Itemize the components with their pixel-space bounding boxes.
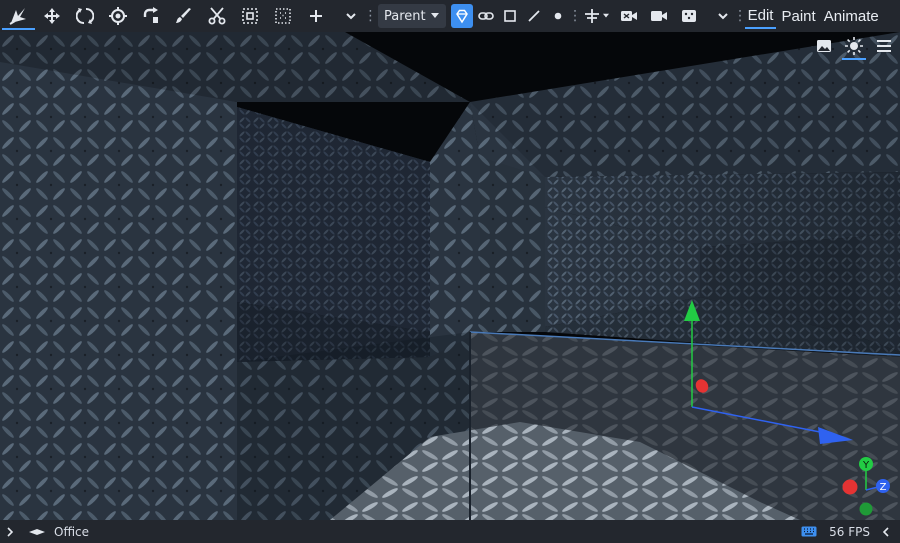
- camera-bookmark-button[interactable]: [614, 2, 644, 30]
- dotted-grid-icon: [274, 8, 291, 24]
- parent-space-label: Parent: [384, 8, 426, 24]
- camera-x-icon: [620, 11, 637, 21]
- vertex-mode-button[interactable]: [547, 4, 569, 28]
- target-icon: [108, 7, 127, 25]
- parent-space-dropdown[interactable]: Parent: [378, 4, 446, 28]
- fps-counter: 56 FPS: [829, 524, 870, 539]
- edge-mode-button[interactable]: [523, 4, 545, 28]
- bend-arrow-icon: [143, 7, 158, 23]
- parent-space-group: Parent: [375, 2, 449, 30]
- rotate-tool-button[interactable]: [68, 2, 101, 30]
- caret-down-icon: [430, 13, 439, 18]
- paint-mode-tab[interactable]: Paint: [778, 3, 818, 29]
- link-mode-button[interactable]: [475, 4, 497, 28]
- gem-icon: [455, 9, 468, 24]
- object-mode-button[interactable]: [450, 4, 473, 28]
- edge-line-icon: [527, 10, 540, 22]
- toolbar-separator: ⋮: [568, 8, 583, 24]
- paint-tool-button[interactable]: [167, 2, 200, 30]
- image-icon: [817, 40, 831, 52]
- marquee-select-tool-button[interactable]: [233, 2, 266, 30]
- more-view-dropdown[interactable]: [710, 2, 736, 30]
- snap-icon: [584, 9, 599, 23]
- brush-icon: [175, 8, 191, 23]
- gizmo-x-handle[interactable]: [842, 479, 858, 495]
- sun-icon: [845, 37, 863, 55]
- dice-icon: [681, 10, 696, 22]
- transform-tool-button[interactable]: [134, 2, 167, 30]
- viewport-menu-button[interactable]: [872, 34, 896, 58]
- toolbar-separator: ⋮: [363, 8, 378, 24]
- scene-render: [0, 32, 900, 520]
- gizmo-neg-y-handle[interactable]: [859, 502, 873, 516]
- top-toolbar: ⋮ Parent ⋮ ⋮ Edit Paint Animate: [0, 0, 900, 32]
- plus-icon: [309, 10, 322, 22]
- move-tool-button[interactable]: [35, 2, 68, 30]
- link-icon: [477, 12, 494, 20]
- vertex-dot-icon: [554, 12, 561, 20]
- keyboard-button[interactable]: [801, 526, 817, 537]
- caret-down-icon: [602, 13, 609, 18]
- move-arrows-icon: [43, 8, 60, 24]
- selection-mode-group: [449, 2, 571, 30]
- scale-tool-button[interactable]: [101, 2, 134, 30]
- viewport-image-button[interactable]: [812, 34, 836, 58]
- scissors-icon: [208, 7, 225, 25]
- face-mode-button[interactable]: [499, 4, 521, 28]
- keyboard-icon: [801, 526, 817, 537]
- select-cursor-icon: [8, 8, 26, 25]
- cut-tool-button[interactable]: [200, 2, 233, 30]
- scene-layers-icon: [29, 528, 45, 535]
- gizmo-z-label: Z: [880, 482, 887, 493]
- orientation-gizmo[interactable]: Z Y: [836, 452, 896, 520]
- snapping-dropdown[interactable]: [580, 2, 614, 30]
- scene-name: Office: [54, 524, 90, 539]
- chevron-down-icon: [717, 13, 728, 20]
- video-camera-icon: [650, 11, 667, 21]
- gizmo-y-label: Y: [862, 460, 870, 471]
- collapse-panel-button[interactable]: [882, 526, 894, 537]
- status-bar: Office 56 FPS: [0, 520, 900, 543]
- square-icon: [503, 10, 516, 22]
- hamburger-menu-icon: [877, 40, 891, 52]
- dotted-select-tool-button[interactable]: [266, 2, 299, 30]
- select-tool-button[interactable]: [2, 2, 35, 30]
- rotate-icon: [75, 8, 94, 24]
- viewport-overlay-tools: [812, 34, 896, 60]
- render-settings-button[interactable]: [674, 2, 704, 30]
- toolbar-separator: ⋮: [733, 8, 748, 24]
- marquee-icon: [241, 8, 258, 24]
- chevron-left-icon: [882, 526, 889, 537]
- chevron-down-icon: [346, 13, 356, 20]
- 3d-viewport[interactable]: Z Y: [0, 32, 900, 520]
- add-tool-button[interactable]: [299, 2, 332, 30]
- scene-selector[interactable]: Office: [28, 525, 89, 539]
- animate-mode-tab[interactable]: Animate: [821, 3, 882, 29]
- chevron-right-icon: [7, 526, 14, 537]
- edit-mode-tab[interactable]: Edit: [744, 3, 777, 29]
- expand-panel-button[interactable]: [6, 526, 22, 537]
- viewport-lighting-button[interactable]: [842, 34, 866, 60]
- more-tools-dropdown[interactable]: [336, 2, 366, 30]
- video-camera-button[interactable]: [644, 2, 674, 30]
